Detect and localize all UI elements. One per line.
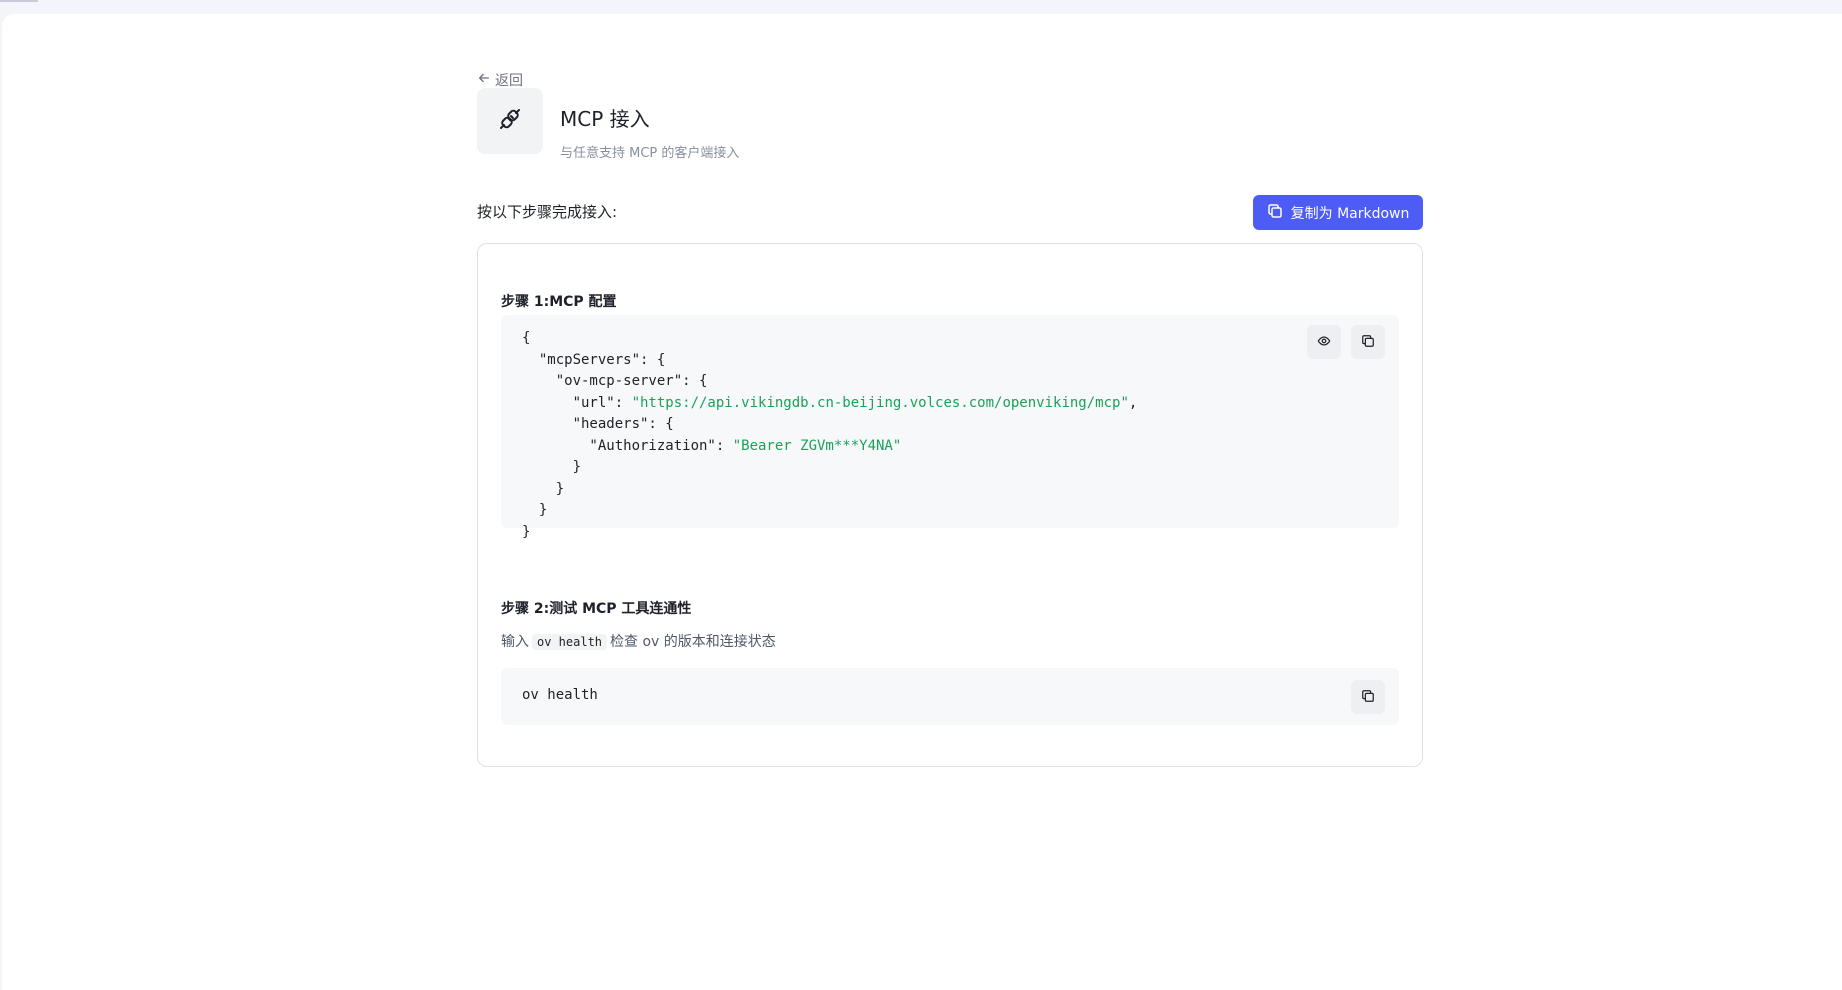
url-suffix: , [1128, 394, 1138, 411]
page-subtitle: 与任意支持 MCP 的客户端接入 [560, 146, 740, 161]
code-line: "mcpServers": { [522, 351, 666, 368]
step2-description: 输入 ov health 检查 ov 的版本和连接状态 [501, 632, 776, 652]
steps-card: 步骤 1:MCP 配置 { "mcpServers": { "ov-mcp-se… [477, 243, 1423, 767]
inline-command: ov health [532, 634, 608, 650]
steps-heading: 按以下步骤完成接入: [477, 203, 618, 221]
mcp-config-code: { "mcpServers": { "ov-mcp-server": { "ur… [522, 328, 1137, 543]
code-line: "headers": { [522, 416, 674, 432]
command-code: ov health [522, 687, 598, 703]
auth-string: "Bearer ZGVm***Y4NA" [732, 437, 902, 454]
top-progress-line [0, 0, 38, 2]
arrow-left-icon [477, 71, 491, 89]
code-line: } [522, 502, 548, 518]
code-line: "url": [522, 394, 632, 411]
plug-link-icon [496, 105, 524, 137]
code-line: "Authorization": [522, 437, 733, 454]
desc-prefix: 输入 [501, 634, 529, 650]
step2-title: 步骤 2:测试 MCP 工具连通性 [501, 601, 692, 617]
desc-suffix: 检查 ov 的版本和连接状态 [610, 634, 776, 650]
url-string: "https://api.vikingdb.cn-beijing.volces.… [631, 394, 1129, 411]
code-line: "ov-mcp-server": { [522, 373, 708, 389]
copy-icon [1267, 203, 1283, 223]
copy-config-button[interactable] [1351, 325, 1385, 359]
mcp-config-codeblock: { "mcpServers": { "ov-mcp-server": { "ur… [501, 315, 1399, 540]
code-line: } [522, 523, 531, 540]
copy-icon [1361, 688, 1375, 707]
copy-icon [1361, 333, 1375, 352]
step1-title: 步骤 1:MCP 配置 [501, 294, 617, 310]
eye-icon [1317, 333, 1331, 352]
copy-command-button[interactable] [1351, 680, 1385, 714]
main-panel: 返回 MCP 接入 与任意支持 MCP 的客户端接入 按以下步骤完成接入: 复制… [2, 14, 1842, 990]
app-icon-tile [477, 88, 543, 154]
copy-as-markdown-label: 复制为 Markdown [1290, 205, 1410, 222]
copy-as-markdown-button[interactable]: 复制为 Markdown [1253, 195, 1423, 230]
back-label: 返回 [495, 73, 523, 89]
command-codeblock: ov health [501, 668, 1399, 725]
page-title: MCP 接入 [560, 107, 650, 131]
back-link[interactable]: 返回 [477, 70, 523, 90]
code-line: } [522, 480, 565, 497]
reveal-token-button[interactable] [1307, 325, 1341, 359]
code-line: { [522, 330, 531, 346]
code-line: } [522, 459, 582, 475]
